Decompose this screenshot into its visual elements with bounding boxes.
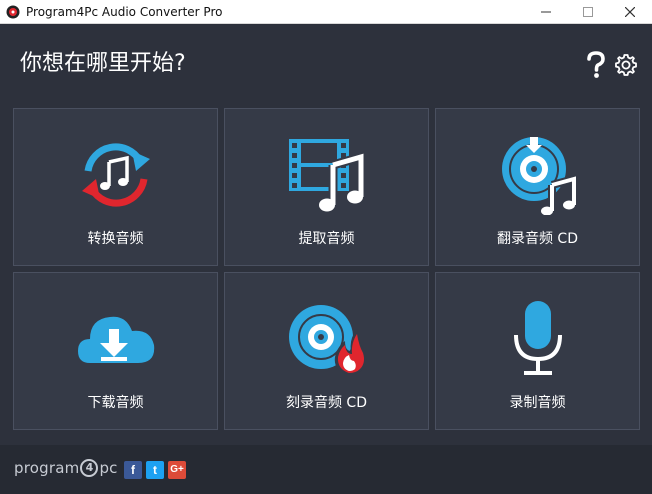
tile-convert-audio[interactable]: 转换音频	[13, 108, 218, 266]
window-title: Program4Pc Audio Converter Pro	[26, 5, 223, 19]
tile-label: 录制音频	[509, 395, 566, 411]
page-title: 你想在哪里开始?	[20, 51, 186, 76]
tile-label: 提取音频	[298, 231, 355, 247]
program4pc-logo[interactable]: program 4 pc	[14, 457, 118, 479]
tile-record-audio[interactable]: 录制音频	[435, 272, 640, 430]
convert-audio-icon	[82, 143, 150, 207]
maximize-icon	[583, 7, 593, 17]
close-button[interactable]	[608, 0, 652, 24]
main-panel: 你想在哪里开始? 转换音频 提取音频 翻录音频 CD 下载音频 刻录音频 CD …	[0, 25, 652, 494]
minimize-icon	[541, 11, 551, 13]
app-disc-icon	[6, 5, 20, 19]
microphone-icon	[514, 301, 562, 375]
gear-icon[interactable]	[614, 53, 638, 77]
google-plus-icon[interactable]: G+	[168, 461, 186, 479]
minimize-button[interactable]	[524, 0, 568, 24]
help-icon[interactable]	[584, 51, 608, 79]
twitter-icon[interactable]: t	[146, 461, 164, 479]
tile-label: 下载音频	[87, 395, 144, 411]
tile-label: 刻录音频 CD	[285, 395, 367, 411]
tile-rip-cd[interactable]: 翻录音频 CD	[435, 108, 640, 266]
download-cloud-icon	[78, 316, 155, 363]
rip-cd-icon	[502, 137, 578, 215]
tile-download-audio[interactable]: 下载音频	[13, 272, 218, 430]
tile-burn-cd[interactable]: 刻录音频 CD	[224, 272, 429, 430]
burn-cd-icon	[289, 305, 367, 375]
facebook-icon[interactable]: f	[124, 461, 142, 479]
footer: program 4 pc f t G+	[0, 445, 652, 494]
extract-audio-icon	[289, 139, 366, 212]
maximize-button[interactable]	[566, 0, 610, 24]
logo-number-badge: 4	[80, 459, 99, 477]
logo-text-prefix: program	[14, 459, 80, 477]
tile-extract-audio[interactable]: 提取音频	[224, 108, 429, 266]
tile-label: 翻录音频 CD	[496, 231, 578, 247]
title-bar: Program4Pc Audio Converter Pro	[0, 0, 652, 24]
logo-text-suffix: pc	[99, 459, 118, 477]
tile-label: 转换音频	[87, 231, 144, 247]
close-icon	[625, 7, 635, 17]
